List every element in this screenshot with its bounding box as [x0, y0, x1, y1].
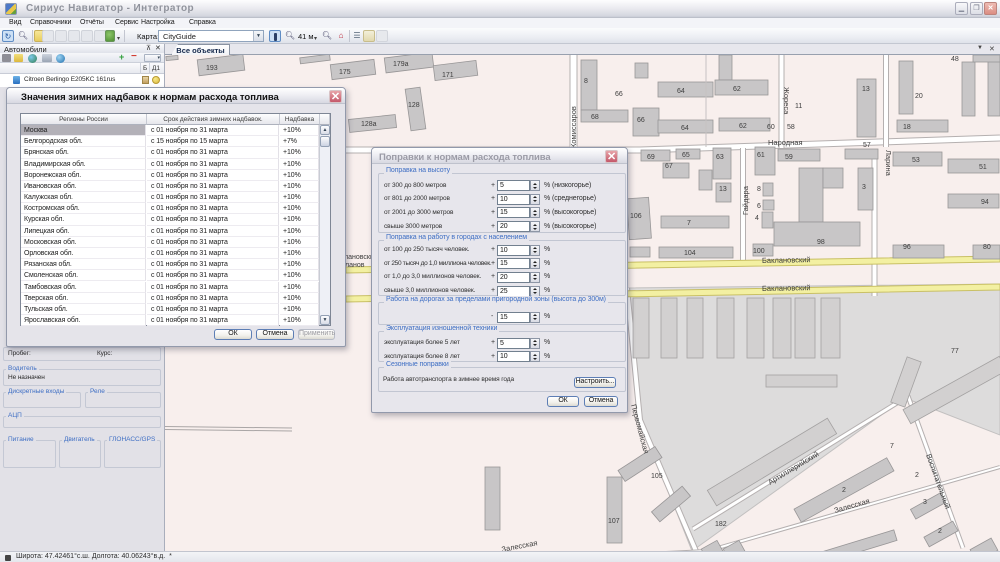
svg-text:4: 4: [755, 215, 759, 222]
svg-text:2: 2: [915, 472, 919, 479]
svg-text:61: 61: [757, 152, 765, 159]
svg-text:18: 18: [903, 124, 911, 131]
svg-text:53: 53: [912, 157, 920, 164]
svg-text:11: 11: [795, 103, 802, 110]
svg-text:105: 105: [651, 473, 663, 480]
svg-text:128a: 128a: [361, 121, 377, 128]
svg-text:лановски: лановски: [344, 254, 374, 261]
svg-text:Жореса: Жореса: [782, 87, 791, 115]
svg-text:Комиссаров: Комиссаров: [569, 106, 578, 148]
svg-text:104: 104: [684, 250, 696, 257]
svg-text:2: 2: [938, 528, 942, 535]
svg-text:8: 8: [584, 78, 588, 85]
svg-text:13: 13: [862, 86, 870, 93]
svg-text:60: 60: [767, 124, 775, 131]
svg-text:77: 77: [951, 348, 959, 355]
svg-text:Баклановский: Баклановский: [762, 255, 811, 265]
svg-text:94: 94: [981, 199, 989, 206]
svg-text:Гайдара: Гайдара: [741, 185, 750, 215]
svg-text:67: 67: [665, 163, 673, 170]
svg-text:175: 175: [339, 69, 351, 76]
svg-text:13: 13: [719, 186, 727, 193]
svg-text:65: 65: [682, 152, 690, 159]
svg-text:171: 171: [442, 72, 454, 79]
svg-text:58: 58: [787, 124, 795, 131]
svg-text:2: 2: [842, 487, 846, 494]
svg-text:69: 69: [647, 154, 655, 161]
svg-text:7: 7: [890, 443, 894, 450]
svg-text:62: 62: [739, 123, 747, 130]
svg-text:62: 62: [733, 86, 741, 93]
svg-text:66: 66: [637, 117, 645, 124]
svg-text:ланов: ланов: [345, 262, 365, 269]
svg-text:Ларина: Ларина: [884, 150, 893, 177]
svg-text:64: 64: [681, 125, 689, 132]
svg-text:8: 8: [757, 186, 761, 193]
svg-text:63: 63: [716, 154, 724, 161]
svg-text:3: 3: [923, 499, 927, 506]
svg-text:96: 96: [903, 244, 911, 251]
svg-text:182: 182: [715, 521, 727, 528]
svg-text:100: 100: [753, 248, 765, 255]
svg-text:106: 106: [630, 213, 642, 220]
svg-text:51: 51: [979, 164, 987, 171]
svg-text:20: 20: [915, 93, 923, 100]
svg-text:193: 193: [206, 65, 218, 72]
svg-text:7: 7: [687, 220, 691, 227]
svg-text:179a: 179a: [393, 61, 409, 68]
svg-text:59: 59: [785, 154, 793, 161]
svg-text:6: 6: [757, 203, 761, 210]
svg-text:64: 64: [677, 88, 685, 95]
svg-text:3: 3: [862, 184, 866, 191]
svg-text:128: 128: [408, 102, 420, 109]
svg-text:66: 66: [615, 91, 623, 98]
svg-text:48: 48: [951, 56, 959, 63]
svg-text:107: 107: [608, 518, 620, 525]
svg-text:Баклановский: Баклановский: [762, 283, 811, 293]
svg-text:80: 80: [983, 244, 991, 251]
svg-text:98: 98: [817, 239, 825, 246]
svg-text:Народная: Народная: [768, 138, 803, 147]
svg-text:68: 68: [591, 114, 599, 121]
svg-text:57: 57: [863, 142, 871, 149]
